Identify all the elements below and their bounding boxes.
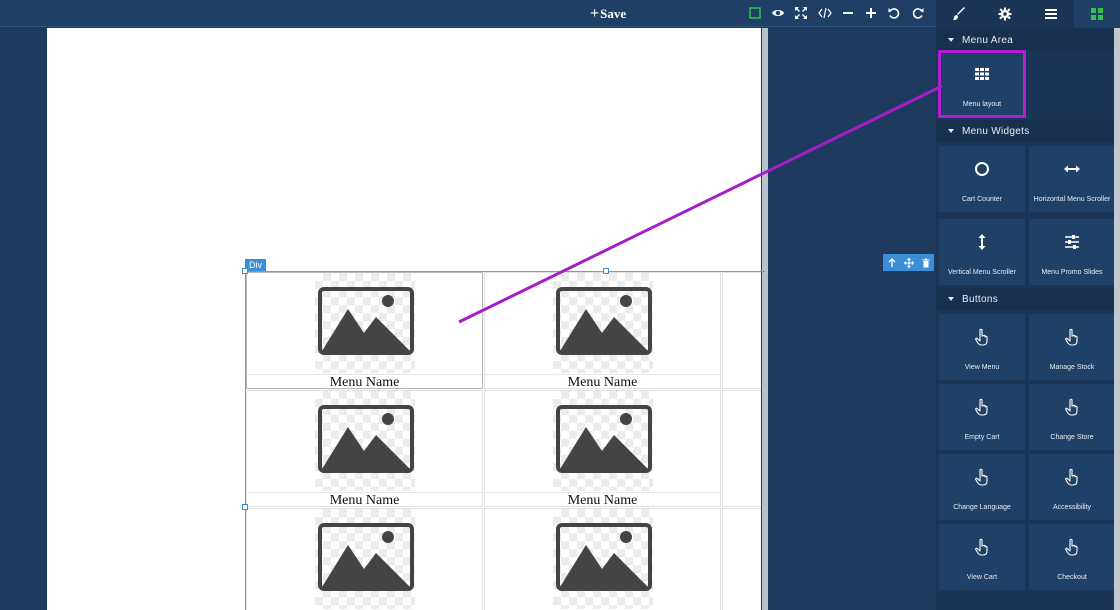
block-manage-stock[interactable]: Manage Stock	[1029, 314, 1114, 380]
undo-icon	[888, 8, 900, 19]
hand-pointer-icon	[939, 328, 1025, 346]
settings-tab[interactable]	[982, 0, 1028, 28]
category-menu-widgets[interactable]: Menu Widgets	[936, 120, 1114, 142]
redo-button[interactable]	[909, 4, 927, 22]
category-title: Menu Widgets	[962, 125, 1030, 137]
block-accessibility[interactable]: Accessibility	[1029, 454, 1114, 520]
block-label: Menu Promo Slides	[1041, 269, 1103, 276]
save-button[interactable]: + Save	[590, 6, 626, 22]
block-change-store[interactable]: Change Store	[1029, 384, 1114, 450]
resize-handle[interactable]	[242, 504, 248, 510]
block-cart-counter[interactable]: Cart Counter	[939, 146, 1025, 212]
block-change-language[interactable]: Change Language	[939, 454, 1025, 520]
block-label: View Cart	[966, 574, 998, 581]
move-button[interactable]	[902, 256, 916, 270]
block-label: Accessibility	[1052, 504, 1092, 511]
block-view-cart[interactable]: View Cart	[939, 524, 1025, 590]
eye-icon	[772, 10, 784, 16]
block-label: Manage Stock	[1049, 364, 1095, 371]
resize-handle[interactable]	[242, 268, 248, 274]
expand-icon	[795, 7, 807, 19]
category-title: Buttons	[962, 293, 999, 305]
hand-pointer-icon	[1029, 468, 1114, 486]
arrow-up-icon	[888, 257, 895, 267]
style-manager-tab[interactable]	[936, 0, 982, 28]
block-label: View Menu	[964, 364, 1000, 371]
sliders-icon	[1029, 233, 1114, 251]
undo-button[interactable]	[885, 4, 903, 22]
hand-pointer-icon	[1029, 398, 1114, 416]
hand-pointer-icon	[939, 398, 1025, 416]
select-parent-button[interactable]	[885, 256, 899, 270]
plus-icon	[866, 8, 876, 18]
resize-handle[interactable]	[603, 268, 609, 274]
plus-icon: +	[590, 5, 600, 22]
block-label: Empty Cart	[964, 434, 1000, 441]
blocks-panel: Menu Area Menu layout Menu Widgets Cart …	[936, 28, 1114, 610]
block-label: Horizontal Menu Scroller	[1033, 196, 1111, 203]
move-icon	[903, 257, 914, 268]
zoom-in-button[interactable]	[862, 4, 880, 22]
block-view-menu[interactable]: View Menu	[939, 314, 1025, 380]
block-checkout[interactable]: Checkout	[1029, 524, 1114, 590]
category-menu-area[interactable]: Menu Area	[936, 29, 1114, 51]
preview-button[interactable]	[769, 4, 787, 22]
selection-outline	[245, 271, 765, 610]
trash-icon	[922, 258, 929, 267]
border-toggle-button[interactable]	[746, 4, 764, 22]
caret-down-icon	[948, 129, 954, 133]
paintbrush-icon	[952, 7, 965, 21]
code-icon	[818, 7, 832, 19]
block-label: Cart Counter	[961, 196, 1003, 203]
panel-tabs	[936, 0, 1120, 28]
block-menu-promo-slides[interactable]: Menu Promo Slides	[1029, 219, 1114, 285]
gear-icon	[998, 7, 1012, 21]
block-horizontal-menu-scroller[interactable]: Horizontal Menu Scroller	[1029, 146, 1114, 212]
code-view-button[interactable]	[816, 4, 834, 22]
hand-pointer-icon	[939, 538, 1025, 556]
block-label: Vertical Menu Scroller	[947, 269, 1017, 276]
square-outline-icon	[749, 7, 761, 19]
hand-pointer-icon	[1029, 328, 1114, 346]
zoom-out-button[interactable]	[839, 4, 857, 22]
element-toolbar	[883, 254, 934, 271]
hand-pointer-icon	[1029, 538, 1114, 556]
top-toolbar: + Save	[0, 0, 936, 27]
block-label: Menu layout	[962, 101, 1002, 108]
block-label: Checkout	[1057, 574, 1087, 581]
fullscreen-button[interactable]	[792, 4, 810, 22]
bars-icon	[1045, 9, 1057, 19]
minus-icon	[843, 12, 853, 14]
delete-button[interactable]	[919, 256, 933, 270]
blocks-tab[interactable]	[1074, 0, 1120, 28]
grid-icon	[1091, 8, 1103, 20]
caret-down-icon	[948, 38, 954, 42]
category-buttons[interactable]: Buttons	[936, 288, 1114, 310]
panel-scrollbar[interactable]	[1114, 28, 1120, 610]
block-menu-layout[interactable]: Menu layout	[938, 50, 1026, 118]
grid-dots-icon	[939, 65, 1025, 83]
category-title: Menu Area	[962, 34, 1014, 46]
arrows-vertical-icon	[939, 233, 1025, 251]
save-label: Save	[600, 6, 627, 21]
block-label: Change Language	[953, 504, 1011, 511]
caret-down-icon	[948, 297, 954, 301]
layer-manager-tab[interactable]	[1028, 0, 1074, 28]
circle-icon	[939, 160, 1025, 178]
block-empty-cart[interactable]: Empty Cart	[939, 384, 1025, 450]
hand-pointer-icon	[939, 468, 1025, 486]
arrows-horizontal-icon	[1029, 160, 1114, 178]
block-label: Change Store	[1050, 434, 1094, 441]
redo-icon	[912, 8, 924, 19]
block-vertical-menu-scroller[interactable]: Vertical Menu Scroller	[939, 219, 1025, 285]
